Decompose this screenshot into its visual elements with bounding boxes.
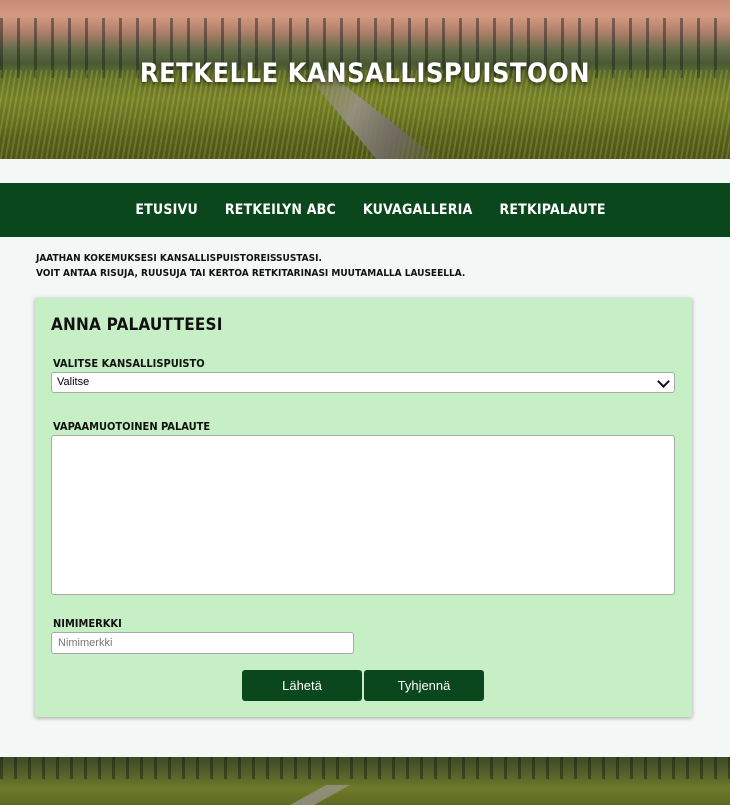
park-select-value: Valitse [57, 376, 90, 388]
nav-item-retkipalaute[interactable]: RETKIPALAUTE [498, 202, 605, 218]
nav-item-etusivu[interactable]: ETUSIVU [134, 202, 198, 218]
footer-treeline [0, 757, 730, 779]
footer-banner [0, 757, 730, 805]
nickname-input[interactable]: Nimimerkki [51, 632, 354, 654]
feedback-label: VAPAAMUOTOINEN PALAUTE [53, 420, 211, 433]
clear-button[interactable]: Tyhjennä [364, 670, 484, 701]
park-select[interactable]: Valitse [51, 372, 675, 393]
send-button[interactable]: Lähetä [242, 670, 362, 701]
intro-line-1: JAATHAN KOKEMUKSESI KANSALLISPUISTOREISS… [36, 253, 322, 264]
park-select-label: VALITSE KANSALLISPUISTO [53, 357, 205, 370]
nav-item-kuvagalleria[interactable]: KUVAGALLERIA [362, 202, 473, 218]
chevron-down-icon [657, 375, 670, 388]
feedback-form: ANNA PALAUTTEESI VALITSE KANSALLISPUISTO… [35, 298, 692, 717]
hero-banner: RETKELLE KANSALLISPUISTOON [0, 0, 730, 159]
page-title: RETKELLE KANSALLISPUISTOON [139, 58, 591, 89]
footer-boardwalk [290, 785, 350, 805]
intro-line-2: VOIT ANTAA RISUJA, RUUSUJA TAI KERTOA RE… [36, 268, 466, 279]
nav-item-retkeilyn-abc[interactable]: RETKEILYN ABC [224, 202, 336, 218]
intro-text: JAATHAN KOKEMUKSESI KANSALLISPUISTOREISS… [36, 251, 696, 281]
main-nav: ETUSIVU RETKEILYN ABC KUVAGALLERIA RETKI… [0, 183, 730, 237]
feedback-textarea[interactable] [51, 435, 675, 595]
form-heading: ANNA PALAUTTEESI [51, 315, 223, 335]
nickname-label: NIMIMERKKI [53, 617, 122, 630]
